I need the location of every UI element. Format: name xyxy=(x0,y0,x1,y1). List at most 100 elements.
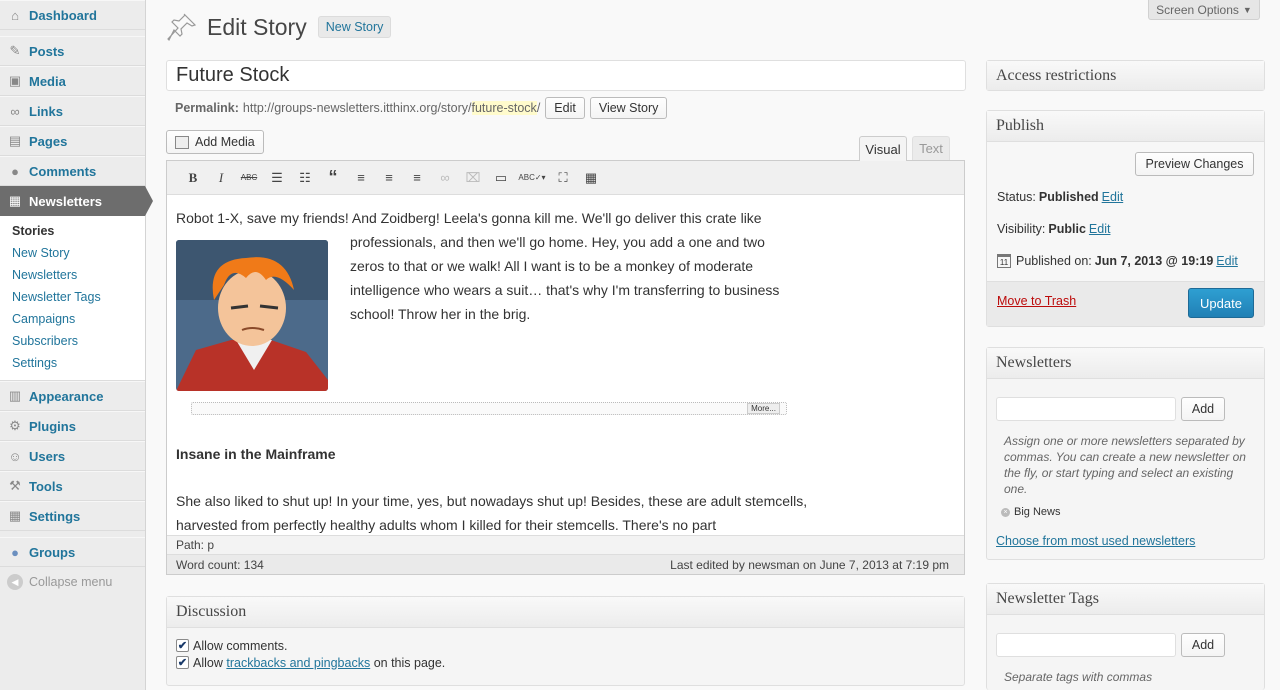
edit-permalink-button[interactable]: Edit xyxy=(545,97,585,119)
update-button[interactable]: Update xyxy=(1188,288,1254,318)
allow-comments-checkbox[interactable]: ✔ xyxy=(176,639,189,652)
menu-posts[interactable]: ✎ Posts xyxy=(0,36,145,66)
add-new-story-button[interactable]: New Story xyxy=(317,16,392,38)
more-tag[interactable]: More... xyxy=(191,402,787,415)
submenu-campaigns[interactable]: Campaigns xyxy=(0,308,145,330)
menu-dashboard[interactable]: ⌂ Dashboard xyxy=(0,0,145,30)
menu-pages[interactable]: ▤ Pages xyxy=(0,126,145,156)
submenu-newsletter-tags[interactable]: Newsletter Tags xyxy=(0,286,145,308)
align-center-icon[interactable]: ≡ xyxy=(375,165,403,191)
pushpin-icon xyxy=(165,10,199,44)
editor-path: Path: p xyxy=(167,535,964,554)
tab-visual[interactable]: Visual xyxy=(859,136,907,161)
kitchen-sink-icon[interactable]: ▦ xyxy=(577,165,605,191)
newsletters-help: Assign one or more newsletters separated… xyxy=(1004,434,1246,496)
permalink-base: http://groups-newsletters.itthinx.org/st… xyxy=(242,101,472,115)
submenu-settings[interactable]: Settings xyxy=(0,352,145,374)
submenu-stories[interactable]: Stories xyxy=(0,220,145,242)
add-tag-button[interactable]: Add xyxy=(1181,633,1225,657)
insert-more-icon[interactable]: ▭ xyxy=(487,165,515,191)
fry-image[interactable] xyxy=(176,240,328,391)
trackbacks-link[interactable]: trackbacks and pingbacks xyxy=(226,656,370,670)
permalink-label: Permalink: xyxy=(175,101,239,115)
post-title-input[interactable]: Future Stock xyxy=(166,60,966,91)
add-media-button[interactable]: Add Media xyxy=(166,130,264,154)
submenu-subscribers[interactable]: Subscribers xyxy=(0,330,145,352)
collapse-menu[interactable]: ◀ Collapse menu xyxy=(0,567,145,597)
dashboard-icon: ⌂ xyxy=(11,7,19,23)
access-restrictions-box: Access restrictions xyxy=(986,60,1265,91)
remove-tag-icon[interactable]: × xyxy=(1001,507,1010,517)
blockquote-icon[interactable]: “ xyxy=(319,165,347,191)
menu-links[interactable]: ∞ Links xyxy=(0,96,145,126)
tags-input[interactable] xyxy=(996,633,1176,657)
menu-groups[interactable]: ● Groups xyxy=(0,537,145,567)
spellcheck-icon[interactable]: ABC✓▾ xyxy=(515,165,549,191)
menu-comments[interactable]: ● Comments xyxy=(0,156,145,186)
chevron-down-icon: ▼ xyxy=(1242,4,1252,15)
access-restrictions-title[interactable]: Access restrictions xyxy=(987,61,1264,90)
menu-appearance[interactable]: ▥ Appearance xyxy=(0,381,145,411)
newsletters-title[interactable]: Newsletters xyxy=(987,348,1264,379)
settings-icon: ▦ xyxy=(8,508,22,523)
newsletters-input[interactable] xyxy=(996,397,1176,421)
media-icon: ▣ xyxy=(8,73,22,88)
newsletter-tags-title[interactable]: Newsletter Tags xyxy=(987,584,1264,615)
permalink-slug[interactable]: future-stock xyxy=(471,101,537,115)
tools-icon: ⚒ xyxy=(9,478,21,493)
align-left-icon[interactable]: ≡ xyxy=(347,165,375,191)
menu-newsletters[interactable]: ▦ Newsletters xyxy=(0,186,153,216)
calendar-icon: 11 xyxy=(997,254,1011,268)
edit-date-link[interactable]: Edit xyxy=(1216,254,1238,268)
editor-toolbar: B I ABC ☰ ☷ “ ≡ ≡ ≡ ∞ ⌧ ▭ ABC✓▾ ⛶ ▦ xyxy=(167,161,964,195)
submenu-new-story[interactable]: New Story xyxy=(0,242,145,264)
collapse-icon: ◀ xyxy=(7,574,23,590)
add-newsletter-button[interactable]: Add xyxy=(1181,397,1225,421)
menu-plugins[interactable]: ⚙ Plugins xyxy=(0,411,145,441)
menu-settings[interactable]: ▦ Settings xyxy=(0,501,145,531)
screen-options-button[interactable]: Screen Options ▼ xyxy=(1148,0,1260,20)
fullscreen-icon[interactable]: ⛶ xyxy=(549,165,577,191)
bold-icon[interactable]: B xyxy=(179,165,207,191)
insert-link-icon[interactable]: ∞ xyxy=(431,165,459,191)
plugins-icon: ⚙ xyxy=(9,418,21,433)
page-title: Edit Story xyxy=(207,13,307,40)
visibility-row: Visibility: Public Edit xyxy=(997,222,1111,236)
discussion-title[interactable]: Discussion xyxy=(167,597,964,628)
editor-content[interactable]: Robot 1-X, save my friends! And Zoidberg… xyxy=(167,196,964,535)
newsletter-tag-item: × Big News xyxy=(1001,506,1060,518)
pin-icon: ✎ xyxy=(9,43,21,58)
allow-trackbacks-row: ✔ Allow trackbacks and pingbacks on this… xyxy=(176,655,446,670)
menu-tools[interactable]: ⚒ Tools xyxy=(0,471,145,501)
choose-most-used-link[interactable]: Choose from most used newsletters xyxy=(996,534,1195,548)
tags-help: Separate tags with commas xyxy=(1004,670,1153,684)
menu-media[interactable]: ▣ Media xyxy=(0,66,145,96)
view-story-button[interactable]: View Story xyxy=(589,97,668,119)
media-icon xyxy=(175,135,189,149)
allow-trackbacks-checkbox[interactable]: ✔ xyxy=(176,656,189,669)
publish-title[interactable]: Publish xyxy=(987,111,1264,142)
edit-status-link[interactable]: Edit xyxy=(1102,190,1124,204)
submenu-newsletters[interactable]: Newsletters xyxy=(0,264,145,286)
align-right-icon[interactable]: ≡ xyxy=(403,165,431,191)
link-icon: ∞ xyxy=(10,103,20,119)
strikethrough-icon[interactable]: ABC xyxy=(235,165,263,191)
bullet-list-icon[interactable]: ☰ xyxy=(263,165,291,191)
italic-icon[interactable]: I xyxy=(207,165,235,191)
numbered-list-icon[interactable]: ☷ xyxy=(291,165,319,191)
unlink-icon[interactable]: ⌧ xyxy=(459,165,487,191)
allow-comments-row: ✔ Allow comments. xyxy=(176,638,288,653)
edit-visibility-link[interactable]: Edit xyxy=(1089,222,1111,236)
comments-icon: ● xyxy=(11,163,19,179)
tab-text[interactable]: Text xyxy=(912,136,950,160)
paragraph-1-float: professionals, and then we'll go home. H… xyxy=(350,234,780,322)
preview-changes-button[interactable]: Preview Changes xyxy=(1135,152,1254,176)
paragraph-1: Robot 1-X, save my friends! And Zoidberg… xyxy=(176,210,762,226)
content-heading: Insane in the Mainframe xyxy=(176,446,336,462)
move-to-trash-link[interactable]: Move to Trash xyxy=(997,294,1076,308)
publish-box: Publish Preview Changes Status: Published… xyxy=(986,110,1265,327)
last-edited: Last edited by newsman on June 7, 2013 a… xyxy=(670,558,949,572)
groups-icon: ● xyxy=(11,544,19,560)
newsletter-tags-box: Newsletter Tags Add Separate tags with c… xyxy=(986,583,1265,690)
menu-users[interactable]: ☺ Users xyxy=(0,441,145,471)
